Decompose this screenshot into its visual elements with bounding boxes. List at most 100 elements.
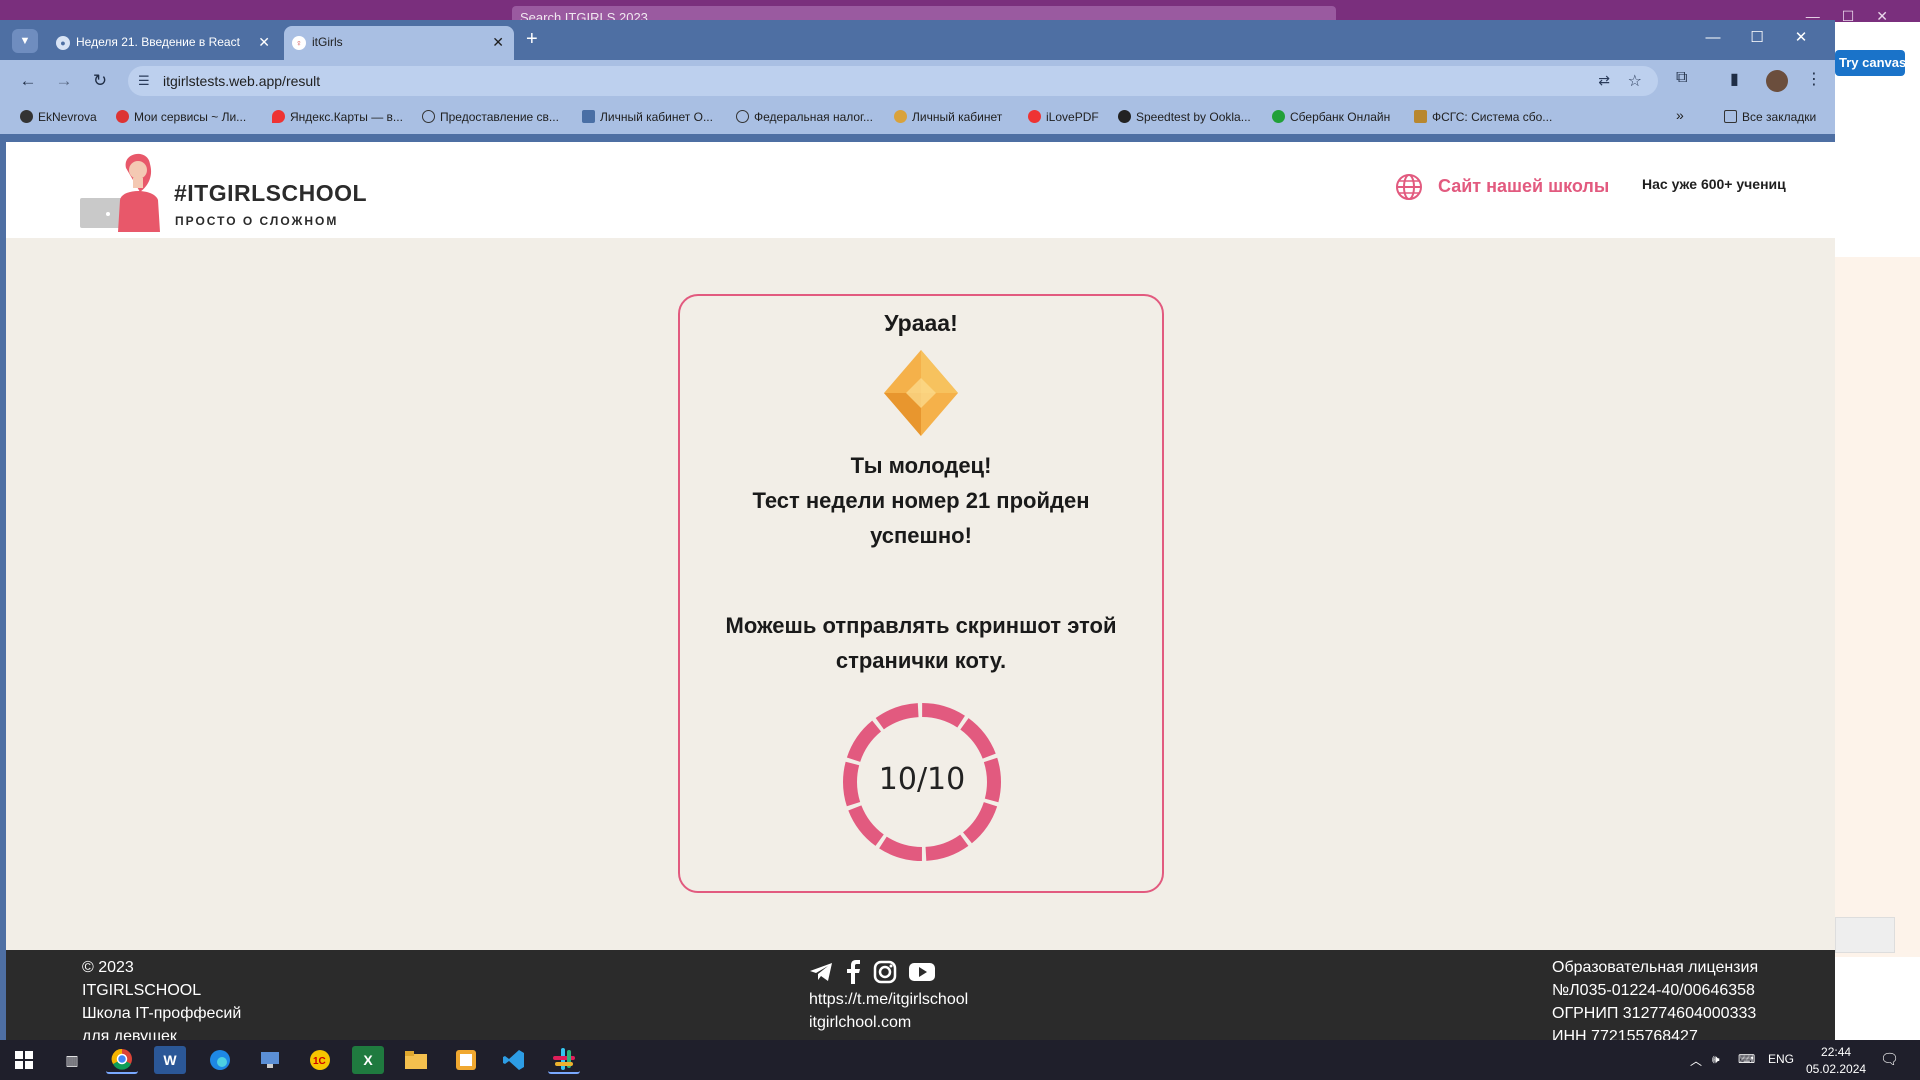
- bookmark-item[interactable]: Speedtest by Ookla...: [1118, 110, 1251, 124]
- success-line-2: Тест недели номер 21 пройден успешно!: [752, 488, 1090, 548]
- license-title: Образовательная лицензия: [1552, 959, 1759, 976]
- youtube-icon[interactable]: [909, 962, 935, 982]
- file-explorer-icon[interactable]: [400, 1046, 432, 1074]
- address-bar[interactable]: ☰ itgirlstests.web.app/result ⇄ ☆: [128, 66, 1658, 96]
- bookmark-item[interactable]: Предоставление св...: [422, 110, 559, 124]
- footer-brand: ITGIRLSCHOOL: [82, 982, 202, 999]
- edge-icon[interactable]: [204, 1046, 236, 1074]
- translate-icon[interactable]: ⇄: [1598, 72, 1610, 89]
- slack-icon[interactable]: [548, 1046, 580, 1074]
- vscode-icon[interactable]: [498, 1046, 530, 1074]
- url-text[interactable]: itgirlstests.web.app/result: [163, 73, 320, 89]
- extensions-icon[interactable]: ⧉: [1676, 69, 1687, 87]
- telegram-icon[interactable]: [809, 961, 833, 983]
- site-footer: © 2023 ITGIRLSCHOOL Школа IT-проффесий д…: [6, 950, 1835, 1040]
- back-arrow-icon[interactable]: ←: [16, 69, 40, 93]
- close-window-button[interactable]: ✕: [1779, 28, 1823, 46]
- footer-tagline-2: для девушек: [82, 1028, 177, 1040]
- footer-legal: Образовательная лицензия №Л035-01224-40/…: [1552, 956, 1758, 1040]
- excel-icon[interactable]: X: [352, 1046, 384, 1074]
- window-controls: — ☐ ✕: [1691, 28, 1823, 46]
- forward-arrow-icon[interactable]: →: [52, 69, 76, 93]
- background-input-box[interactable]: [1835, 917, 1895, 953]
- diamond-icon: [884, 350, 958, 436]
- menu-kebab-icon[interactable]: ⋮: [1806, 69, 1822, 89]
- bookmark-item[interactable]: Федеральная налог...: [736, 110, 873, 124]
- task-view-icon[interactable]: ▥: [56, 1046, 88, 1074]
- logo-title[interactable]: #ITGIRLSCHOOL: [174, 180, 367, 207]
- chrome-icon[interactable]: [106, 1046, 138, 1074]
- close-icon[interactable]: ✕: [492, 34, 504, 51]
- reload-icon[interactable]: ↻: [88, 69, 112, 93]
- result-card: Урааа! Ты молодец! Тест недели номер 21 …: [678, 294, 1164, 893]
- maximize-button[interactable]: ☐: [1735, 28, 1779, 46]
- bookmark-favicon-icon: [116, 110, 129, 123]
- try-canvas-button[interactable]: Try canvas: [1835, 50, 1906, 76]
- bookmark-item[interactable]: iLovePDF: [1028, 110, 1099, 124]
- logo-girl-illustration[interactable]: [78, 148, 173, 232]
- logo-subtitle: ПРОСТО О СЛОЖНОМ: [175, 214, 339, 228]
- bookmark-item[interactable]: EkNevrova: [20, 110, 97, 124]
- license-number: №Л035-01224-40/00646358: [1552, 982, 1755, 999]
- word-icon[interactable]: W: [154, 1046, 186, 1074]
- bookmarks-bar: EkNevrova Мои сервисы ~ Ли... Яндекс.Кар…: [0, 102, 1835, 134]
- tray-chevron-icon[interactable]: ︿: [1690, 1052, 1702, 1069]
- background-panel-content: [1835, 257, 1920, 957]
- site-header: #ITGIRLSCHOOL ПРОСТО О СЛОЖНОМ Сайт наше…: [6, 142, 1835, 238]
- tab-favicon-icon: ♀: [292, 36, 306, 50]
- side-panel-icon[interactable]: ▮: [1730, 69, 1739, 89]
- bookmark-favicon-icon: [582, 110, 595, 123]
- more-bookmarks-icon[interactable]: »: [1676, 107, 1684, 123]
- notifications-icon[interactable]: 🗨: [1880, 1050, 1899, 1068]
- tab-react-lesson[interactable]: ● Неделя 21. Введение в React ✕: [48, 26, 280, 60]
- windows-start-icon[interactable]: [8, 1046, 40, 1074]
- browser-toolbar: ← → ↻ ☰ itgirlstests.web.app/result ⇄ ☆ …: [0, 60, 1835, 102]
- tab-label: Неделя 21. Введение в React: [76, 35, 240, 49]
- minimize-button[interactable]: —: [1691, 29, 1735, 46]
- all-bookmarks-folder[interactable]: Все закладки: [1724, 110, 1816, 124]
- school-site-link[interactable]: Сайт нашей школы: [1438, 176, 1609, 197]
- clock[interactable]: 22:44 05.02.2024: [1806, 1044, 1866, 1078]
- globe-icon[interactable]: [1394, 172, 1424, 202]
- tab-search-button[interactable]: ▼: [12, 29, 38, 53]
- score-value: 10/10: [878, 762, 966, 797]
- windows-taskbar: ▥ W 1С X ︿ 🕪 ⌨ ENG 22:44 05.02.2024 🗨: [0, 1040, 1920, 1080]
- screenshot-message: Можешь отправлять скриншот этой страничк…: [725, 613, 1117, 673]
- telegram-link[interactable]: https://t.me/itgirlschool: [809, 988, 968, 1011]
- instagram-icon[interactable]: [873, 960, 897, 984]
- tab-itgirls[interactable]: ♀ itGirls ✕: [284, 26, 514, 60]
- bookmark-favicon-icon: [894, 110, 907, 123]
- bookmark-item[interactable]: Яндекс.Карты — в...: [272, 110, 403, 124]
- bookmark-favicon-icon: [422, 110, 435, 123]
- folder-icon: [1724, 110, 1737, 123]
- network-app-icon[interactable]: [254, 1046, 286, 1074]
- site-url-link[interactable]: itgirlchool.com: [809, 1011, 968, 1034]
- bookmark-item[interactable]: Мои сервисы ~ Ли...: [116, 110, 246, 124]
- ogrnip: ОГРНИП 312774604000333: [1552, 1005, 1757, 1022]
- bookmark-item[interactable]: Личный кабинет О...: [582, 110, 713, 124]
- bookmark-item[interactable]: Личный кабинет: [894, 110, 1002, 124]
- facebook-icon[interactable]: [845, 960, 861, 984]
- site-info-icon[interactable]: ☰: [138, 73, 150, 89]
- volume-icon[interactable]: 🕪: [1712, 1052, 1720, 1067]
- tab-favicon-icon: ●: [56, 36, 70, 50]
- bookmark-favicon-icon: [736, 110, 749, 123]
- bookmark-item[interactable]: Сбербанк Онлайн: [1272, 110, 1390, 124]
- bookmark-star-icon[interactable]: ☆: [1628, 71, 1642, 91]
- close-icon[interactable]: ✕: [258, 34, 270, 51]
- map-pin-icon: [272, 110, 285, 123]
- emblem-icon: [1414, 110, 1427, 123]
- bookmark-item[interactable]: ФСГС: Система сбо...: [1414, 110, 1552, 124]
- keyboard-icon[interactable]: ⌨: [1738, 1052, 1755, 1066]
- 1c-icon[interactable]: 1С: [304, 1046, 336, 1074]
- language-indicator[interactable]: ENG: [1768, 1052, 1794, 1066]
- footer-contacts: https://t.me/itgirlschool itgirlchool.co…: [809, 960, 968, 1034]
- clock-date: 05.02.2024: [1806, 1062, 1867, 1076]
- footer-left: © 2023 ITGIRLSCHOOL Школа IT-проффесий д…: [82, 956, 241, 1040]
- heart-icon: [1028, 110, 1041, 123]
- new-tab-button[interactable]: +: [526, 28, 538, 51]
- success-line-1: Ты молодец!: [850, 453, 992, 478]
- result-title: Урааа!: [884, 310, 958, 336]
- profile-avatar[interactable]: [1766, 70, 1788, 92]
- sticky-app-icon[interactable]: [450, 1046, 482, 1074]
